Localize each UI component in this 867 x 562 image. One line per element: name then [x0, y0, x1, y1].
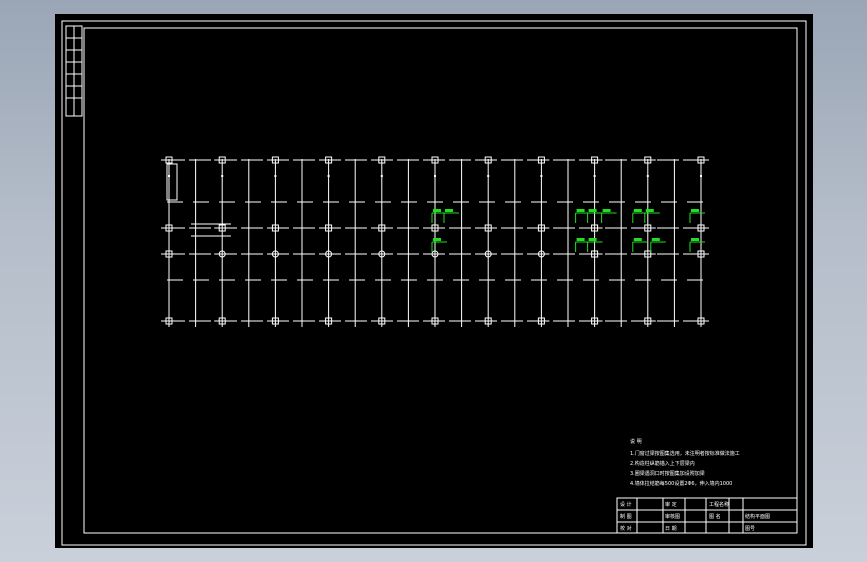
tb-design-label: 设 计 [620, 501, 632, 508]
design-notes: 说 明 1.门窗过梁按图集选用，未注明者按标准做法施工 2.构造柱纵筋锚入上下层… [630, 438, 740, 487]
anchor-dot [593, 175, 596, 177]
anchor-dot [327, 175, 330, 177]
tb-drawing-number: 图号 [745, 526, 755, 532]
structural-grid [161, 156, 709, 327]
beam-tag-label [588, 238, 597, 241]
tb-check-label: 校 对 [620, 525, 632, 532]
beam-tag-label [633, 238, 642, 241]
beam-tag-label [691, 209, 699, 212]
anchor-dot [221, 175, 224, 177]
beam-tag-label [651, 238, 660, 241]
drawing-sheet: 说 明 1.门窗过梁按图集选用，未注明者按标准做法施工 2.构造柱纵筋锚入上下层… [61, 20, 807, 546]
notes-heading: 说 明 [630, 438, 642, 445]
binding-strip [65, 25, 83, 117]
beam-tag-label [576, 209, 585, 212]
anchor-dot [540, 175, 543, 177]
beam-tag-label [445, 209, 453, 212]
tb-draw-label: 制 图 [620, 513, 632, 520]
cad-viewport[interactable]: 说 明 1.门窗过梁按图集选用，未注明者按标准做法施工 2.构造柱纵筋锚入上下层… [55, 14, 813, 548]
beam-tag-label [576, 238, 585, 241]
beam-tag-label [633, 209, 642, 212]
tb-project-name: 工程名称 [709, 501, 729, 508]
anchor-dot [274, 175, 277, 177]
beam-tag-label [602, 209, 611, 212]
anchor-dot [646, 175, 649, 177]
anchor-dot [168, 175, 170, 177]
beam-tag-label [645, 209, 654, 212]
title-block: 设 计 审 定 制 图 审核图 校 对 日 期 工程名称 图 名 结构平面图 图… [616, 497, 798, 534]
beam-tag-label [433, 209, 441, 212]
tb-approve-label: 审 定 [665, 501, 677, 508]
anchor-dot [434, 175, 436, 177]
tb-review-label: 审核图 [665, 513, 680, 520]
anchor-dot [380, 175, 383, 177]
notes-line-4: 4.墙体拉结筋每500设置2Φ6，伸入墙内1000 [630, 480, 732, 487]
anchor-dot [700, 175, 702, 177]
beam-tag-label [691, 238, 699, 241]
tb-date-label: 日 期 [665, 526, 677, 532]
notes-line-1: 1.门窗过梁按图集选用，未注明者按标准做法施工 [630, 450, 740, 457]
anchor-dot [487, 175, 490, 177]
notes-line-3: 3.圈梁遇洞口时按图集加设附加梁 [630, 470, 705, 477]
notes-line-2: 2.构造柱纵筋锚入上下层梁内 [630, 460, 695, 467]
beam-tag-label [588, 209, 597, 212]
tb-drawing-name: 结构平面图 [745, 513, 770, 520]
beam-tag-label [433, 238, 441, 241]
tb-drawing-name-label: 图 名 [709, 513, 721, 520]
